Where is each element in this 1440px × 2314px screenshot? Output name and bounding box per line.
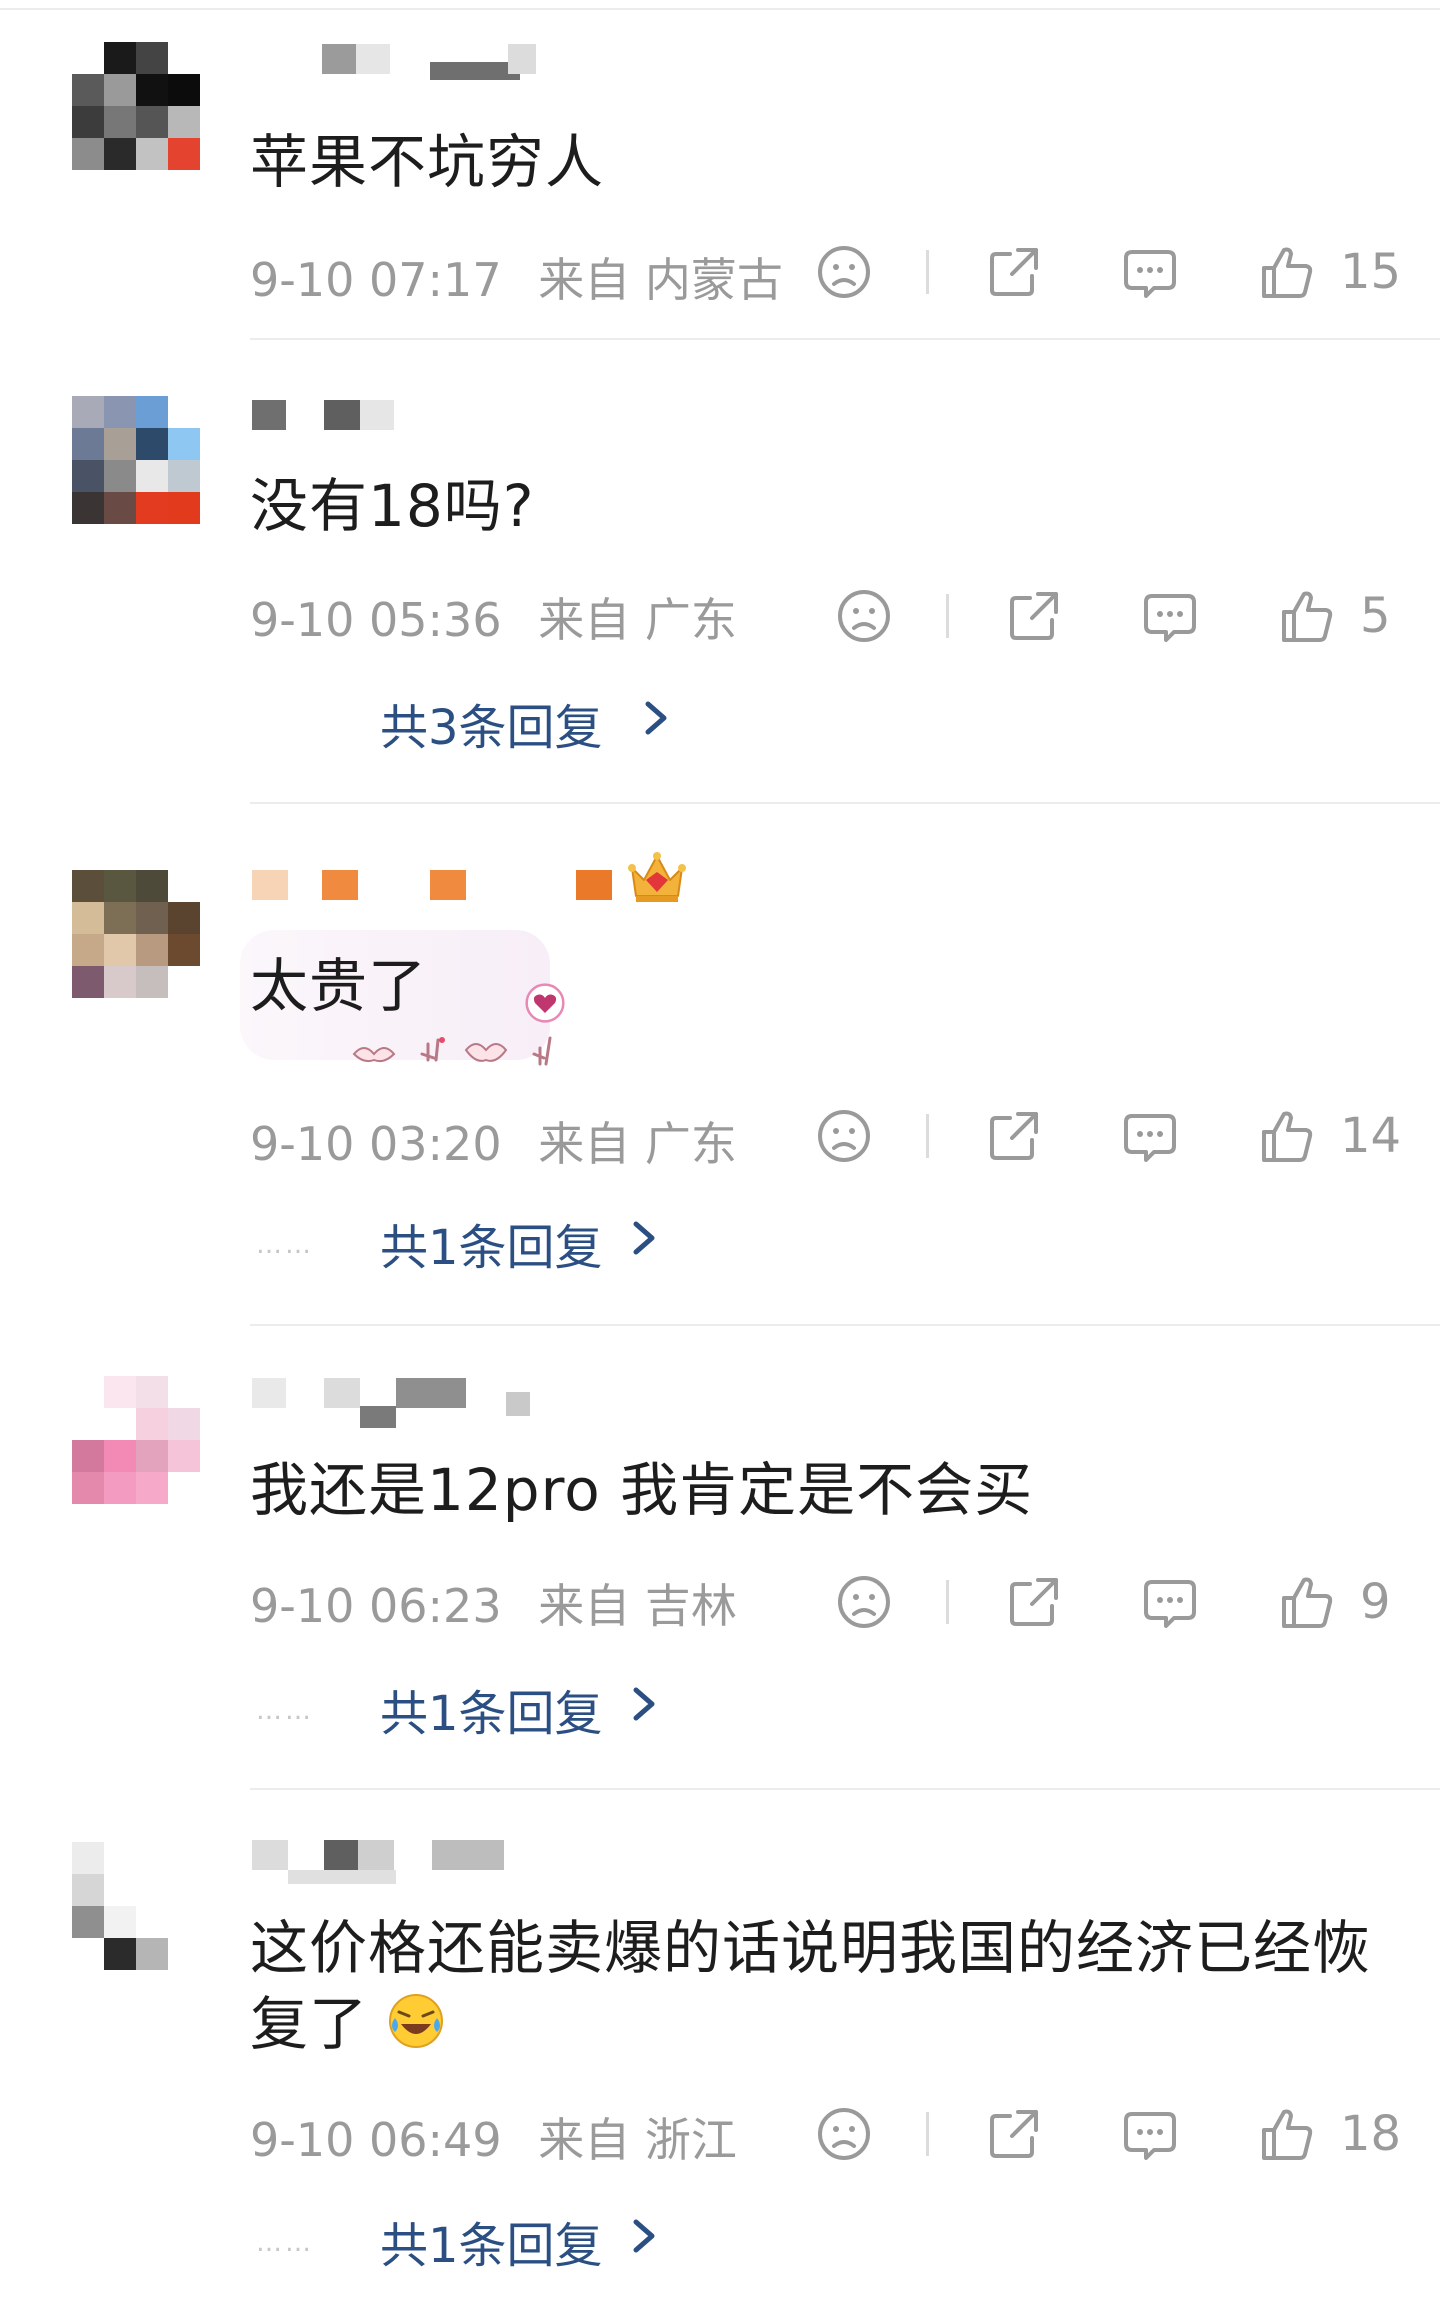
share-icon[interactable] — [982, 2102, 1046, 2166]
chevron-right-icon — [645, 701, 667, 735]
comment-actions: 14 — [0, 1104, 1440, 1174]
comment-icon[interactable] — [1138, 1570, 1202, 1634]
like-count: 9 — [1360, 1574, 1391, 1630]
comment-icon[interactable] — [1118, 1104, 1182, 1168]
comment-text-line1: 这价格还能卖爆的话说明我国的经济已经恢 — [250, 1914, 1372, 1982]
comment-text: 苹果不坑穷人 — [250, 128, 605, 196]
comment-icon[interactable] — [1118, 2102, 1182, 2166]
share-icon[interactable] — [982, 1104, 1046, 1168]
comment-divider — [250, 1788, 1440, 1790]
comment-icon[interactable] — [1138, 584, 1202, 648]
comment-text: 这价格还能卖爆的话说明我国的经济已经恢 复了 — [250, 1910, 1400, 2062]
avatar[interactable] — [72, 870, 200, 998]
tears-of-joy-emoji — [389, 1994, 444, 2048]
action-divider — [926, 1114, 929, 1158]
comment-divider — [250, 338, 1440, 340]
action-divider — [926, 250, 929, 294]
comment-actions: 18 — [0, 2102, 1440, 2172]
comment-divider — [250, 1324, 1440, 1326]
thumbs-up-icon[interactable] — [1254, 1104, 1318, 1168]
comment-divider — [250, 802, 1440, 804]
reply-preview-dots: …… — [256, 1696, 314, 1726]
reply-preview-dots: …… — [256, 2228, 314, 2258]
action-divider — [946, 594, 949, 638]
comment-actions: 9 — [0, 1570, 1440, 1640]
chevron-right-icon — [633, 1687, 655, 1721]
top-divider — [0, 8, 1440, 10]
replies-label[interactable]: 共1条回复 — [380, 1674, 603, 1744]
like-count: 5 — [1360, 588, 1391, 644]
thumbs-up-icon[interactable] — [1274, 584, 1338, 648]
comment-actions: 15 — [0, 240, 1440, 310]
dislike-face-icon[interactable] — [812, 240, 876, 304]
share-icon[interactable] — [1002, 584, 1066, 648]
avatar[interactable] — [72, 42, 200, 170]
comment-text: 没有18吗? — [250, 472, 535, 540]
dislike-face-icon[interactable] — [832, 584, 896, 648]
thumbs-up-icon[interactable] — [1254, 240, 1318, 304]
avatar[interactable] — [72, 396, 200, 524]
avatar[interactable] — [72, 1376, 200, 1504]
avatar[interactable] — [72, 1842, 200, 1970]
comment-icon[interactable] — [1118, 240, 1182, 304]
reply-preview-dots: …… — [256, 1230, 314, 1260]
chevron-right-icon — [633, 2219, 655, 2253]
action-divider — [926, 2112, 929, 2156]
comment-text: 太贵了 — [250, 952, 428, 1020]
thumbs-up-icon[interactable] — [1254, 2102, 1318, 2166]
comment-text-line2: 复了 — [250, 1990, 369, 2058]
dislike-face-icon[interactable] — [812, 1104, 876, 1168]
comment-text: 我还是12pro 我肯定是不会买 — [250, 1456, 1034, 1524]
share-icon[interactable] — [982, 240, 1046, 304]
crown-badge-icon — [628, 852, 686, 902]
replies-label[interactable]: 共3条回复 — [380, 688, 603, 758]
chevron-right-icon — [633, 1221, 655, 1255]
replies-label[interactable]: 共1条回复 — [380, 1208, 603, 1278]
dislike-face-icon[interactable] — [832, 1570, 896, 1634]
thumbs-up-icon[interactable] — [1274, 1570, 1338, 1634]
dislike-face-icon[interactable] — [812, 2102, 876, 2166]
replies-label[interactable]: 共1条回复 — [380, 2206, 603, 2276]
like-count: 15 — [1340, 244, 1402, 300]
share-icon[interactable] — [1002, 1570, 1066, 1634]
like-count: 14 — [1340, 1108, 1402, 1164]
action-divider — [946, 1580, 949, 1624]
hand-gestures-sticker-icon — [352, 1036, 552, 1066]
comment-actions: 5 — [0, 584, 1440, 654]
like-count: 18 — [1340, 2106, 1402, 2162]
